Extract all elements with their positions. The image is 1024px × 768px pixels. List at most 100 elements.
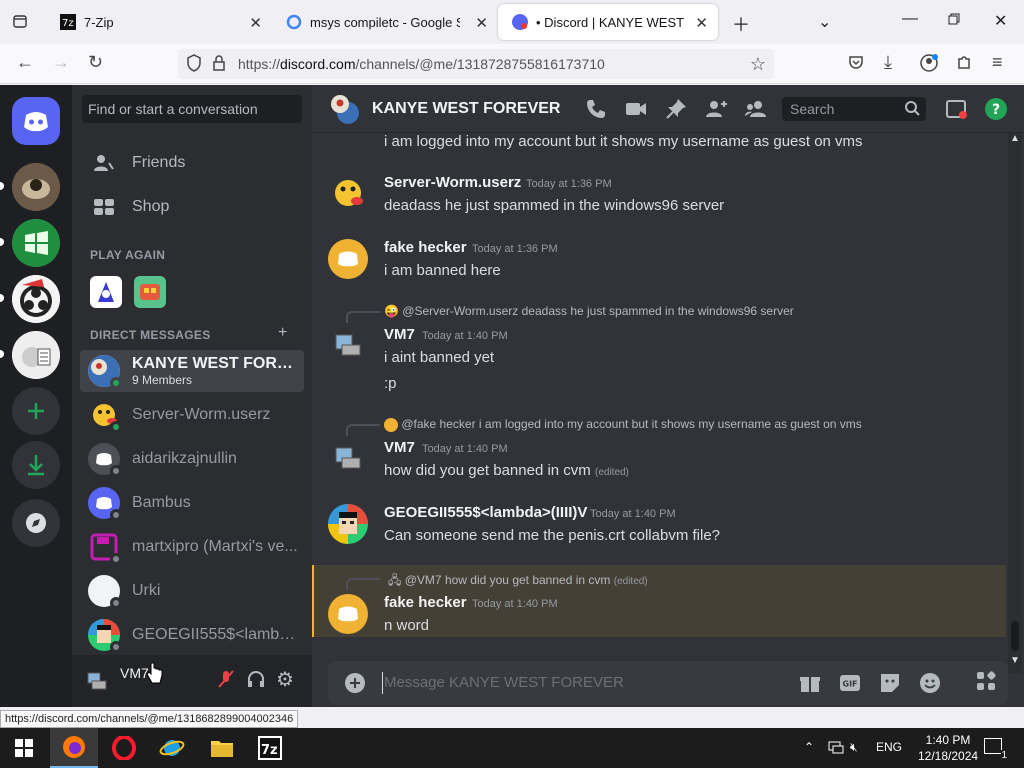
scroll-up-arrow[interactable]: ▲	[1010, 133, 1020, 144]
extensions-icon[interactable]	[956, 54, 972, 75]
maximize-button[interactable]	[948, 12, 960, 30]
message-timestamp: Today at 1:40 PM	[472, 598, 558, 610]
taskbar-file-explorer[interactable]	[198, 728, 246, 768]
start-button[interactable]	[0, 728, 48, 768]
tab-discord[interactable]: • Discord | KANYE WEST FOREVER ✕	[498, 4, 718, 40]
message-timestamp: Today at 1:40 PM	[590, 508, 676, 520]
new-tab-button[interactable]: ＋	[732, 11, 750, 37]
bookmark-star-icon[interactable]: ☆	[750, 54, 766, 75]
sticker-icon[interactable]	[878, 671, 902, 695]
server-icon-1[interactable]	[12, 163, 60, 211]
close-icon[interactable]: ✕	[695, 14, 708, 32]
server-icon-obs[interactable]	[12, 275, 60, 323]
headphones-icon[interactable]	[246, 669, 266, 694]
game-icon-2[interactable]	[134, 276, 166, 308]
reply-preview[interactable]: 😜 @Server-Worm.userz deadass he just spa…	[384, 304, 794, 318]
discover-button[interactable]	[12, 499, 60, 547]
dm-item-geoegii555[interactable]: GEOEGII555$<lambd...	[80, 614, 304, 656]
taskbar-ie[interactable]	[148, 728, 196, 768]
tab-7zip[interactable]: 7z 7-Zip ✕	[46, 4, 272, 40]
tray-chevron-up-icon[interactable]: ⌃	[804, 740, 814, 754]
scroll-down-arrow[interactable]: ▼	[1010, 655, 1020, 666]
avatar[interactable]	[328, 173, 368, 213]
volume-muted-icon[interactable]: 🔇︎	[850, 740, 858, 755]
back-arrow-icon[interactable]: ←	[16, 52, 34, 73]
taskbar-firefox[interactable]	[50, 728, 98, 768]
tab-google-search[interactable]: msys compiletc - Google Search ✕	[272, 4, 498, 40]
attach-plus-icon[interactable]	[344, 672, 366, 694]
server-icon-4[interactable]	[12, 331, 60, 379]
chat-scrollbar[interactable]: ▲ ▼	[1008, 133, 1022, 673]
user-avatar[interactable]	[86, 669, 108, 691]
reload-icon[interactable]: ↻	[88, 52, 103, 73]
direct-messages-home-button[interactable]	[12, 97, 60, 145]
message-input[interactable]: Message KANYE WEST FOREVER	[384, 674, 624, 691]
group-avatar	[88, 355, 122, 389]
gift-icon[interactable]	[798, 671, 822, 695]
dm-item-martxipro[interactable]: martxipro (Martxi's ve...	[80, 526, 304, 568]
close-window-button[interactable]: ✕	[994, 11, 1007, 31]
network-icon[interactable]	[828, 740, 844, 754]
app-launcher-icon[interactable]	[974, 669, 998, 693]
message-author[interactable]: fake hecker	[384, 239, 467, 256]
server-icon-windows96[interactable]	[12, 219, 60, 267]
reply-preview[interactable]: @fake hecker i am logged into my account…	[384, 417, 862, 432]
dm-item-aidarikzajnullin[interactable]: aidarikzajnullin	[80, 438, 304, 480]
taskbar-7zip[interactable]: 7z	[246, 728, 294, 768]
add-friends-icon[interactable]	[704, 97, 728, 121]
menu-icon[interactable]: ≡	[992, 52, 1003, 73]
lock-icon[interactable]	[212, 55, 226, 76]
video-call-icon[interactable]	[624, 97, 648, 121]
dm-item-server-worm[interactable]: Server-Worm.userz	[80, 394, 304, 436]
sidebar-item-friends[interactable]: Friends	[80, 142, 304, 184]
message-author[interactable]: Server-Worm.userz	[384, 174, 521, 191]
sidebar-item-shop[interactable]: Shop	[80, 186, 304, 228]
shield-icon[interactable]	[186, 54, 202, 77]
forward-arrow-icon[interactable]: →	[52, 52, 70, 73]
avatar[interactable]	[332, 442, 364, 474]
pocket-icon[interactable]	[848, 54, 864, 75]
message-author[interactable]: fake hecker	[384, 594, 467, 611]
member-list-icon[interactable]	[744, 97, 768, 121]
emoji-icon[interactable]	[918, 671, 942, 695]
message-composer[interactable]: Message KANYE WEST FOREVER GIF	[328, 661, 1008, 705]
close-icon[interactable]: ✕	[475, 14, 488, 32]
account-icon[interactable]	[920, 54, 938, 77]
dm-item-kanye-west-forever[interactable]: KANYE WEST FOREV... 9 Members	[80, 350, 304, 392]
url-bar[interactable]: https://discord.com/channels/@me/1318728…	[178, 49, 774, 79]
tab-overview-icon[interactable]	[12, 13, 28, 34]
message-author[interactable]: GEOEGII555$<lambda>(IIII)V	[384, 504, 587, 521]
message-author[interactable]: VM7	[384, 439, 415, 456]
dm-item-bambus[interactable]: Bambus	[80, 482, 304, 524]
avatar[interactable]	[328, 504, 368, 544]
reply-preview[interactable]: 🖧 @VM7 how did you get banned in cvm (ed…	[388, 571, 648, 592]
game-icon-1[interactable]	[90, 276, 122, 308]
taskbar-opera[interactable]	[100, 728, 148, 768]
create-dm-button[interactable]: +	[278, 324, 287, 342]
download-apps-button[interactable]	[12, 441, 60, 489]
avatar[interactable]	[328, 594, 368, 634]
voice-call-icon[interactable]	[584, 97, 608, 121]
add-server-button[interactable]	[12, 387, 60, 435]
minimize-button[interactable]: —	[902, 10, 918, 28]
find-conversation-input[interactable]: Find or start a conversation	[82, 95, 302, 123]
mute-microphone-icon[interactable]	[216, 669, 236, 694]
system-clock[interactable]: 1:40 PM 12/18/2024	[918, 732, 978, 764]
settings-gear-icon[interactable]: ⚙	[276, 667, 294, 692]
notification-center-icon[interactable]: 1	[984, 738, 1007, 761]
pin-icon[interactable]	[664, 97, 688, 121]
chevron-down-icon[interactable]: ⌄	[818, 12, 831, 32]
gif-icon[interactable]: GIF	[838, 671, 862, 695]
avatar[interactable]	[332, 329, 364, 361]
chat-search-input[interactable]: Search	[782, 97, 926, 121]
download-icon[interactable]: ⤓	[884, 52, 892, 73]
close-icon[interactable]: ✕	[249, 14, 262, 32]
scrollbar-thumb[interactable]	[1011, 621, 1019, 651]
link-status-tooltip: https://discord.com/channels/@me/1318682…	[0, 710, 299, 728]
inbox-icon[interactable]	[944, 97, 968, 121]
message-author[interactable]: VM7	[384, 326, 415, 343]
language-indicator[interactable]: ENG	[876, 740, 902, 754]
avatar[interactable]	[328, 239, 368, 279]
help-icon[interactable]: ?	[984, 97, 1008, 121]
dm-item-urki[interactable]: Urki	[80, 570, 304, 612]
